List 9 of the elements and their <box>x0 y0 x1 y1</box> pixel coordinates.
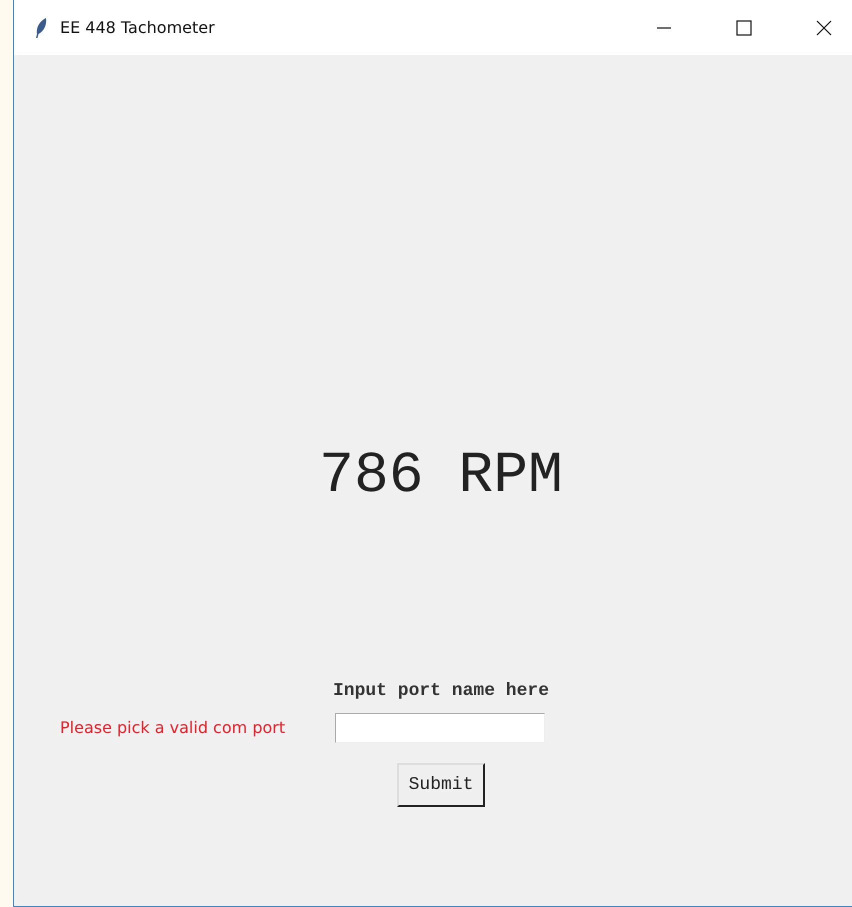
port-input-field[interactable] <box>335 712 545 743</box>
maximize-icon[interactable] <box>736 20 752 36</box>
prompt-label: Input port name here <box>332 680 550 701</box>
error-message: Please pick a valid com port <box>60 718 286 738</box>
rpm-reading: 786 RPM <box>319 445 563 509</box>
feather-icon <box>34 16 48 38</box>
window-title: EE 448 Tachometer <box>60 18 215 37</box>
close-icon[interactable] <box>816 20 832 36</box>
submit-button[interactable]: Submit <box>396 762 486 807</box>
